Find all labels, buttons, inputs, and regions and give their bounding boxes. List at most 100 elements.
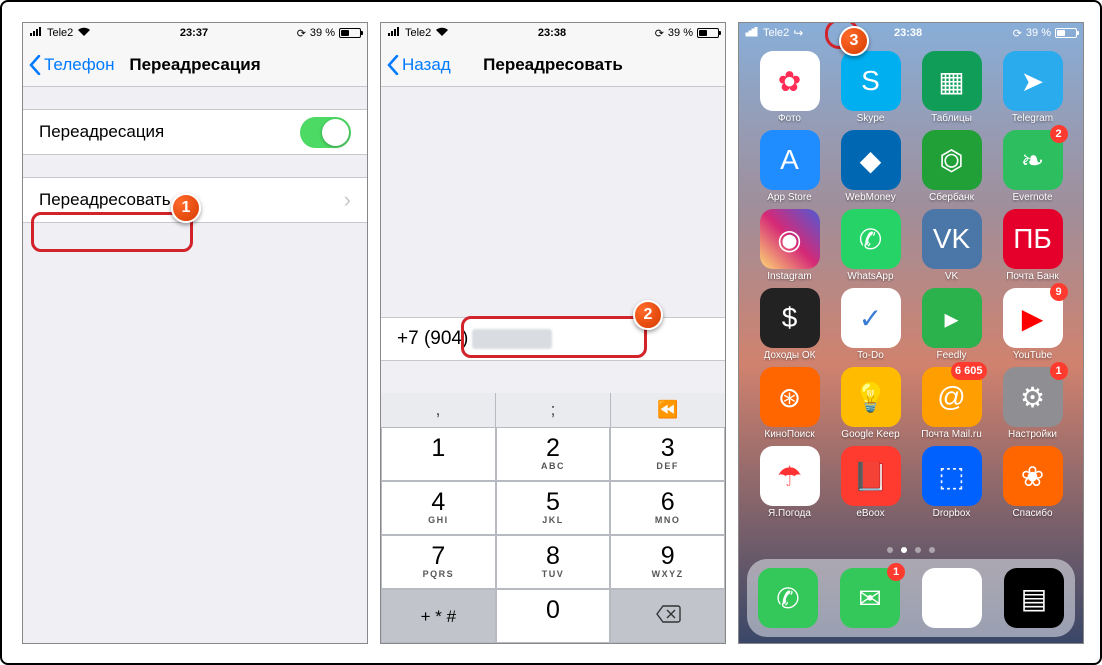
back-label: Телефон	[44, 55, 115, 75]
kp-key-7[interactable]: 7PQRS	[381, 535, 496, 589]
rotation-lock-icon: ⟳	[297, 27, 306, 40]
app-label: Спасибо	[1012, 508, 1052, 519]
app-YouTube[interactable]: ▶9YouTube	[994, 288, 1071, 361]
app-icon: S	[841, 51, 901, 111]
kp-pause-key[interactable]: ,	[381, 393, 496, 427]
kp-key-4[interactable]: 4GHI	[381, 481, 496, 535]
nav-bar: Телефон Переадресация	[23, 43, 367, 87]
app-Telegram[interactable]: ➤Telegram	[994, 51, 1071, 124]
phone-number-input[interactable]: +7 (904)	[381, 317, 725, 361]
app-VK[interactable]: VKVK	[913, 209, 990, 282]
app-eBoox[interactable]: 📕eBoox	[832, 446, 909, 519]
signal-icon	[745, 27, 759, 40]
app-label: КиноПоиск	[764, 429, 814, 440]
signal-icon	[29, 27, 43, 40]
app-icon: A	[760, 130, 820, 190]
phone-number-masked	[472, 329, 552, 349]
app-icon: ❧2	[1003, 130, 1063, 190]
app-label: WhatsApp	[847, 271, 893, 282]
backspace-icon	[655, 605, 681, 628]
app-WebMoney[interactable]: ◆WebMoney	[832, 130, 909, 203]
chevron-right-icon: ›	[344, 187, 351, 213]
app-Настройки[interactable]: ⚙1Настройки	[994, 367, 1071, 440]
app-label: Feedly	[936, 350, 966, 361]
kp-key-5[interactable]: 5JKL	[496, 481, 611, 535]
back-label: Назад	[402, 55, 451, 75]
carrier-label: Tele2	[405, 27, 431, 39]
badge: 2	[1050, 125, 1068, 143]
clock-label: 23:38	[894, 27, 922, 39]
app-Evernote[interactable]: ❧2 Evernote	[994, 130, 1071, 203]
app-label: Сбербанк	[929, 192, 974, 203]
page-indicator[interactable]	[739, 547, 1083, 553]
app-Skype[interactable]: S Skype	[832, 51, 909, 124]
app-To-Do[interactable]: ✓To-Do	[832, 288, 909, 361]
app-Wallet[interactable]: ▤	[1004, 568, 1064, 628]
dock: ✆ ✉1 ◐ ▤	[747, 559, 1075, 637]
app-icon: ⊛	[760, 367, 820, 427]
phone-3-home-screen: Tele2 ↪ 23:38 ⟳ 39 % 3 ✿ФотоSSkype▦Табли…	[738, 22, 1084, 644]
app-Почта Mail.ru[interactable]: @6 605Почта Mail.ru	[913, 367, 990, 440]
app-label: Таблицы	[931, 113, 972, 124]
carrier-label: Tele2	[47, 27, 73, 39]
kp-wait-key[interactable]: ;	[496, 393, 611, 427]
app-КиноПоиск[interactable]: ⊛ КиноПоиск	[751, 367, 828, 440]
app-WhatsApp[interactable]: ✆ WhatsApp	[832, 209, 909, 282]
app-icon: VK	[922, 209, 982, 269]
app-label: Фото	[778, 113, 801, 124]
app-Спасибо[interactable]: ❀Спасибо	[994, 446, 1071, 519]
kp-key-symbols[interactable]: + * #	[381, 589, 496, 643]
app-Google Keep[interactable]: 💡Google Keep	[832, 367, 909, 440]
app-Фото[interactable]: ✿Фото	[751, 51, 828, 124]
app-label: Почта Mail.ru	[921, 429, 982, 440]
back-button[interactable]: Телефон	[29, 43, 115, 87]
app-Почта Банк[interactable]: ПБПочта Банк	[994, 209, 1071, 282]
app-icon: ▸	[922, 288, 982, 348]
forwarding-switch-on[interactable]	[300, 117, 351, 148]
app-label: To-Do	[857, 350, 884, 361]
app-label: App Store	[767, 192, 811, 203]
app-Сбербанк[interactable]: ⏣ Сбербанк	[913, 130, 990, 203]
app-icon: ✆	[758, 568, 818, 628]
signal-icon	[387, 27, 401, 40]
kp-key-0[interactable]: 0	[496, 589, 611, 643]
battery-icon	[697, 28, 719, 38]
kp-key-3[interactable]: 3DEF	[610, 427, 725, 481]
app-Dropbox[interactable]: ⬚Dropbox	[913, 446, 990, 519]
wifi-icon	[77, 27, 91, 40]
app-icon: ✆	[841, 209, 901, 269]
app-Я.Погода[interactable]: ☂Я.Погода	[751, 446, 828, 519]
app-label: Evernote	[1012, 192, 1052, 203]
app-icon: ◐	[922, 568, 982, 628]
app-icon: ◆	[841, 130, 901, 190]
kp-key-backspace[interactable]	[610, 589, 725, 643]
app-label: Dropbox	[933, 508, 971, 519]
badge: 9	[1050, 283, 1068, 301]
kp-key-9[interactable]: 9WXYZ	[610, 535, 725, 589]
call-forwarding-icon: ↪	[793, 26, 803, 40]
status-bar: Tele2 23:37 ⟳ 39 %	[23, 23, 367, 43]
kp-key-1[interactable]: 1	[381, 427, 496, 481]
nav-bar: Назад Переадресовать	[381, 43, 725, 87]
app-App Store[interactable]: A App Store	[751, 130, 828, 203]
kp-rewind-key[interactable]: ⏪	[611, 393, 725, 427]
app-Сообщения[interactable]: ✉1	[840, 568, 900, 628]
app-icon: 📕	[841, 446, 901, 506]
status-bar: Tele2 23:38 ⟳ 39 %	[381, 23, 725, 43]
app-Таблицы[interactable]: ▦Таблицы	[913, 51, 990, 124]
kp-key-8[interactable]: 8TUV	[496, 535, 611, 589]
app-Instagram[interactable]: ◉Instagram	[751, 209, 828, 282]
forwarding-toggle-row[interactable]: Переадресация	[23, 110, 367, 154]
app-icon: ⏣	[922, 130, 982, 190]
app-Телефон[interactable]: ✆	[758, 568, 818, 628]
app-label: Skype	[857, 113, 885, 124]
rotation-lock-icon: ⟳	[1013, 27, 1022, 40]
kp-key-2[interactable]: 2ABC	[496, 427, 611, 481]
app-Feedly[interactable]: ▸ Feedly	[913, 288, 990, 361]
kp-key-6[interactable]: 6MNO	[610, 481, 725, 535]
back-button[interactable]: Назад	[387, 43, 451, 87]
app-Chrome[interactable]: ◐	[922, 568, 982, 628]
rotation-lock-icon: ⟳	[655, 27, 664, 40]
app-Доходы ОК[interactable]: $Доходы ОК	[751, 288, 828, 361]
app-label: Telegram	[1012, 113, 1053, 124]
